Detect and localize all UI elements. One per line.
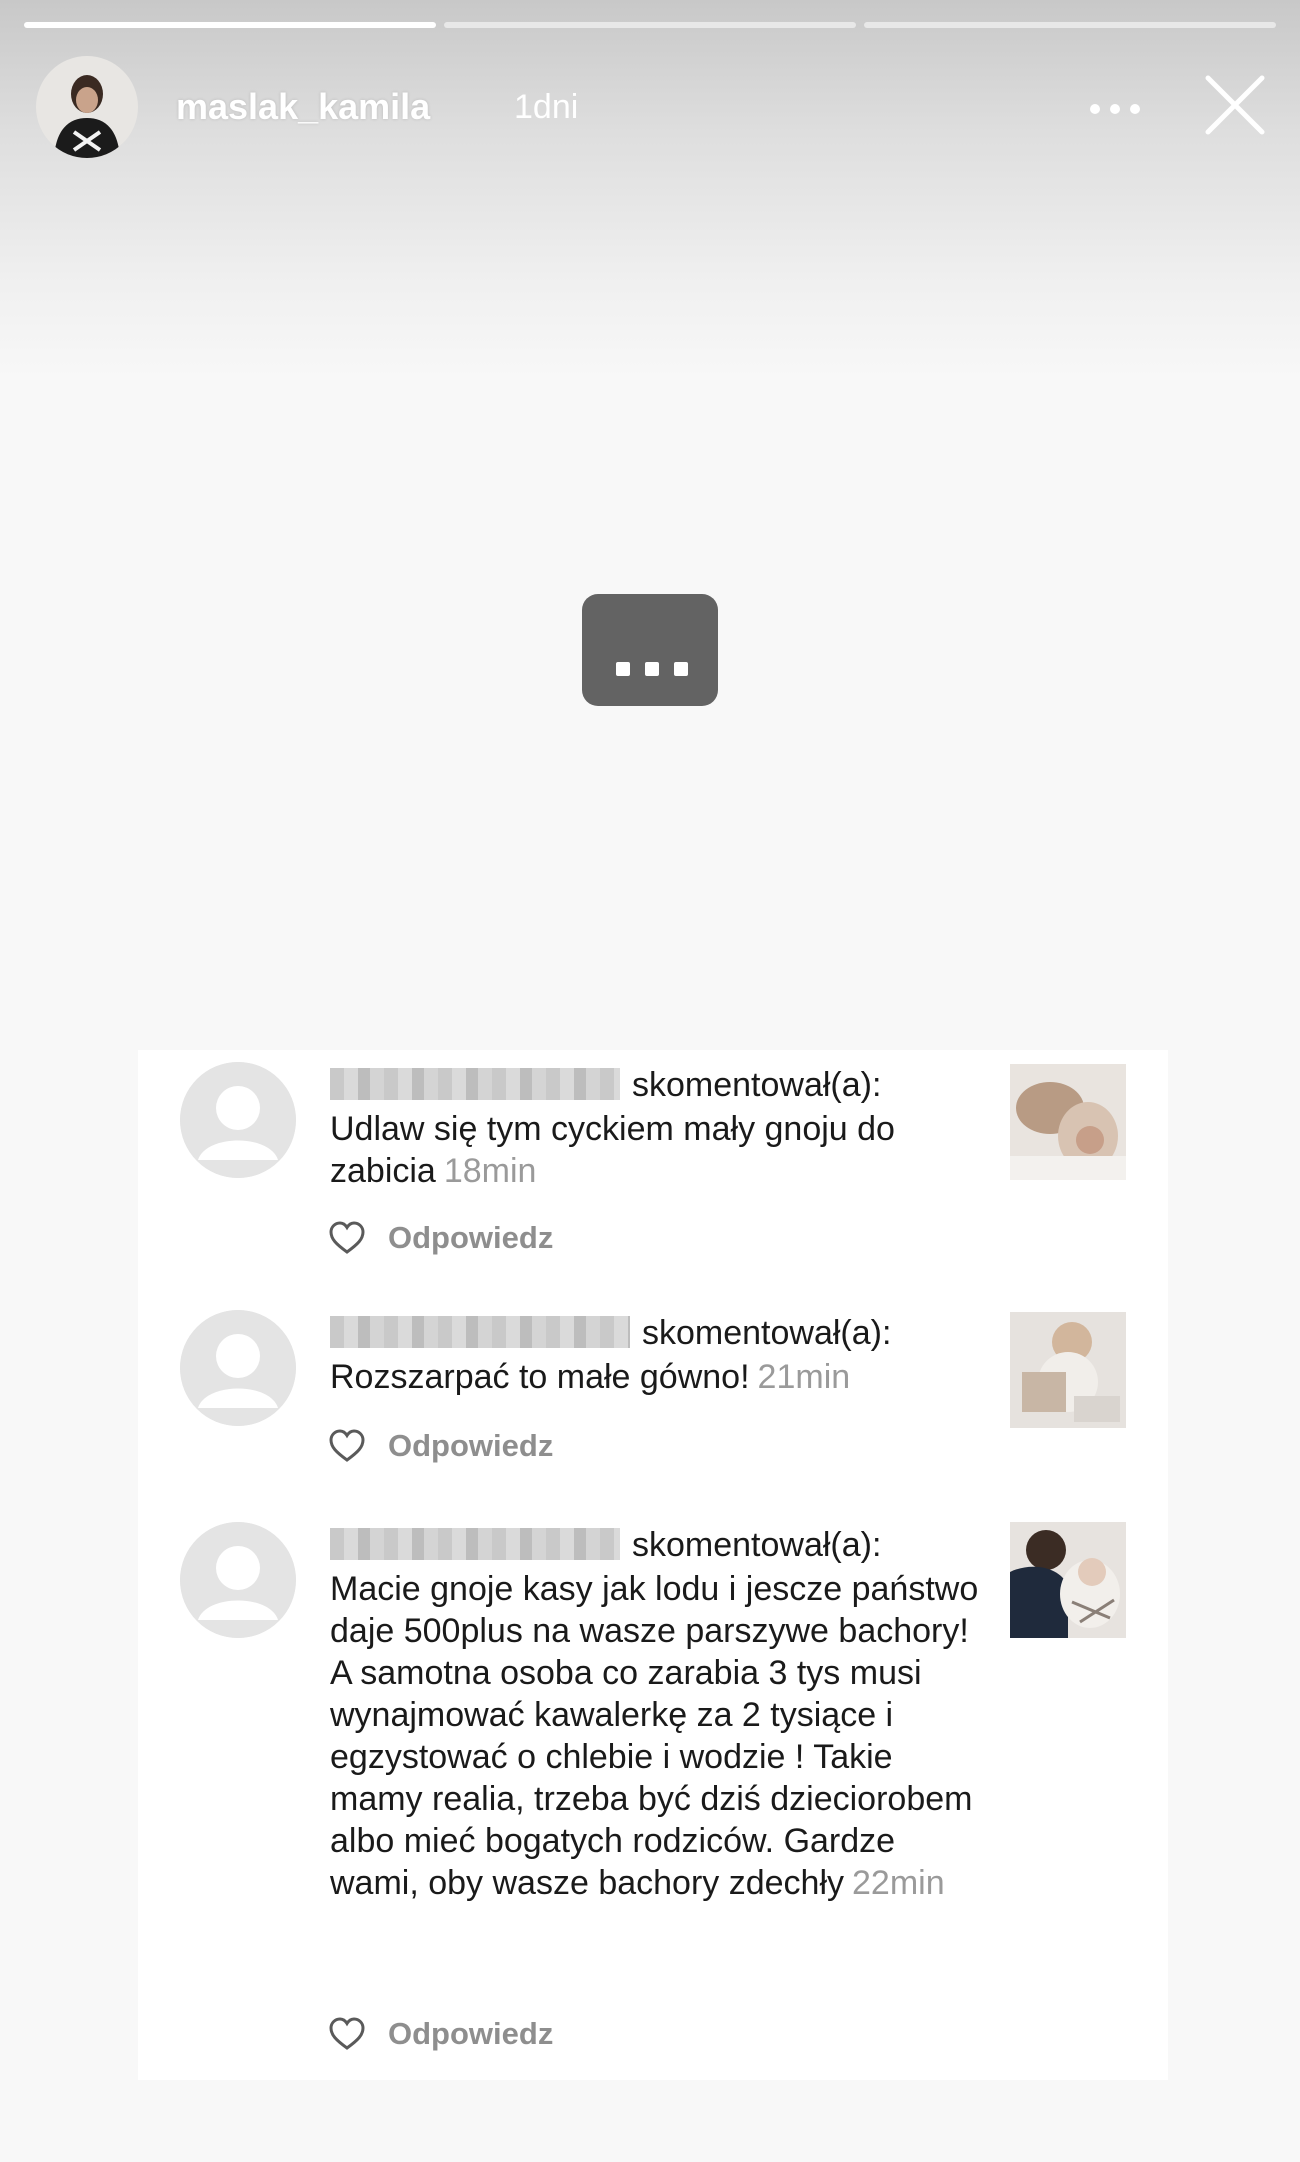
comment-text: Rozszarpać to małe gówno! bbox=[330, 1358, 750, 1396]
heart-icon[interactable] bbox=[328, 2016, 366, 2052]
comment-header: skomentował(a): bbox=[330, 1066, 881, 1105]
blurred-username[interactable] bbox=[330, 1316, 630, 1348]
ellipsis-icon bbox=[616, 662, 688, 676]
reply-button[interactable]: Odpowiedz bbox=[388, 2016, 553, 2052]
story-time-ago: 1dni bbox=[514, 88, 579, 126]
more-options-icon[interactable] bbox=[1080, 84, 1150, 134]
commenter-avatar[interactable] bbox=[180, 1062, 296, 1178]
close-icon[interactable] bbox=[1200, 70, 1270, 140]
comment-header: skomentował(a): bbox=[330, 1526, 881, 1565]
comment-action: skomentował(a): bbox=[642, 1314, 892, 1352]
post-thumbnail[interactable] bbox=[1010, 1064, 1126, 1180]
comment-body: Udlaw się tym cyckiem mały gnoju do zabi… bbox=[330, 1108, 990, 1192]
comment-body: Rozszarpać to małe gówno! 21min bbox=[330, 1356, 990, 1398]
comment-text: Macie gnoje kasy jak lodu i jescze państ… bbox=[330, 1570, 979, 1902]
comment-body: Macie gnoje kasy jak lodu i jescze państ… bbox=[330, 1568, 990, 1904]
comment-time: 18min bbox=[443, 1152, 537, 1190]
comment-time: 22min bbox=[852, 1864, 945, 1902]
comment-text: Udlaw się tym cyckiem mały gnoju do zabi… bbox=[330, 1110, 895, 1190]
heart-icon[interactable] bbox=[328, 1428, 366, 1464]
post-thumbnail[interactable] bbox=[1010, 1312, 1126, 1428]
progress-segment-2 bbox=[444, 22, 856, 28]
commenter-avatar[interactable] bbox=[180, 1522, 296, 1638]
reply-button[interactable]: Odpowiedz bbox=[388, 1428, 553, 1464]
comment-action: skomentował(a): bbox=[632, 1526, 882, 1564]
progress-segment-3 bbox=[864, 22, 1276, 28]
post-thumbnail[interactable] bbox=[1010, 1522, 1126, 1638]
story-username[interactable]: maslak_kamila bbox=[176, 86, 430, 128]
comment-notifications-panel: skomentował(a): Udlaw się tym cyckiem ma… bbox=[138, 1050, 1168, 2080]
comment-actions: Odpowiedz bbox=[328, 1428, 553, 1464]
commenter-avatar[interactable] bbox=[180, 1310, 296, 1426]
blurred-username[interactable] bbox=[330, 1528, 620, 1560]
heart-icon[interactable] bbox=[328, 1220, 366, 1256]
story-header: maslak_kamila 1dni bbox=[36, 56, 1270, 158]
comment-actions: Odpowiedz bbox=[328, 1220, 553, 1256]
progress-segment-1 bbox=[24, 22, 436, 28]
story-progress-bar bbox=[24, 22, 1276, 28]
blurred-username[interactable] bbox=[330, 1068, 620, 1100]
comment-actions: Odpowiedz bbox=[328, 2016, 553, 2052]
comment-header: skomentował(a): bbox=[330, 1314, 891, 1353]
comment-time: 21min bbox=[757, 1358, 851, 1396]
comment-action: skomentował(a): bbox=[632, 1066, 882, 1104]
reply-button[interactable]: Odpowiedz bbox=[388, 1220, 553, 1256]
typing-indicator-bubble bbox=[582, 594, 718, 706]
profile-avatar[interactable] bbox=[36, 56, 138, 158]
